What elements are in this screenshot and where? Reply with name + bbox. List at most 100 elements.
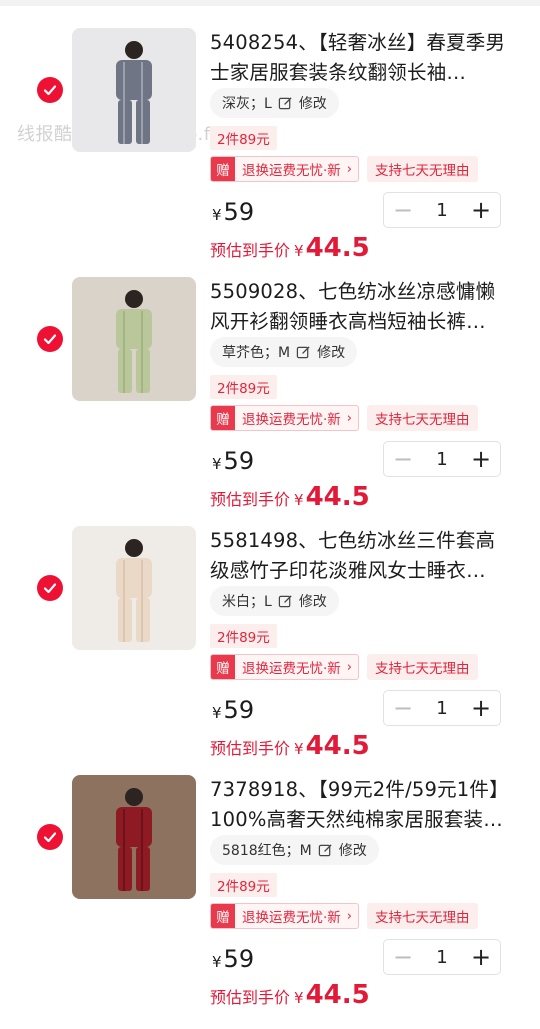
unit-price: ¥ 59 [212, 696, 254, 724]
decrease-button[interactable]: − [384, 442, 422, 476]
edit-icon [318, 843, 332, 856]
photo-head [125, 788, 143, 806]
sku-text: 深灰；L [222, 96, 272, 112]
gift-tag[interactable]: 赠 退换运费无忧·新 › [210, 903, 359, 929]
currency-symbol: ¥ [212, 455, 222, 473]
edit-icon [278, 594, 292, 607]
decrease-button[interactable]: − [384, 940, 422, 974]
estimated-label: 预估到手价 [210, 988, 291, 1007]
photo-head [125, 290, 143, 308]
increase-button[interactable]: + [462, 193, 500, 227]
chevron-right-icon: › [346, 908, 352, 924]
product-image[interactable] [72, 28, 196, 152]
quantity-stepper[interactable]: − 1 + [383, 192, 501, 228]
increase-button[interactable]: + [462, 940, 500, 974]
select-checkbox[interactable] [37, 326, 63, 352]
unit-price: ¥ 59 [212, 945, 254, 973]
edit-icon [296, 345, 310, 358]
quantity-stepper[interactable]: − 1 + [383, 441, 501, 477]
gift-text: 退换运费无忧·新 [242, 412, 341, 428]
photo-head [125, 41, 143, 59]
edit-label: 修改 [298, 96, 327, 112]
return-policy-tag: 支持七天无理由 [367, 405, 478, 431]
gift-text: 退换运费无忧·新 [242, 163, 341, 179]
gift-badge: 赠 [211, 655, 235, 679]
currency-symbol: ¥ [212, 704, 222, 722]
currency-symbol: ¥ [212, 206, 222, 224]
product-title[interactable]: 5581498、七色纺冰丝三件套高级感竹子印花淡雅风女士睡衣… [210, 526, 510, 586]
quantity-value[interactable]: 1 [422, 947, 462, 968]
decrease-button[interactable]: − [384, 193, 422, 227]
return-policy-tag: 支持七天无理由 [367, 654, 478, 680]
chevron-right-icon: › [346, 410, 352, 426]
sku-text: 5818红色；M [222, 843, 312, 859]
unit-price: ¥ 59 [212, 198, 254, 226]
sku-text: 米白；L [222, 594, 272, 610]
photo-top [116, 558, 152, 598]
sku-selector[interactable]: 米白；L 修改 [210, 586, 339, 616]
product-photo-icon [72, 526, 196, 650]
select-checkbox[interactable] [37, 824, 63, 850]
increase-button[interactable]: + [462, 442, 500, 476]
estimated-value: 44.5 [305, 980, 370, 1010]
product-image[interactable] [72, 775, 196, 899]
quantity-value[interactable]: 1 [422, 449, 462, 470]
service-tags: 赠 退换运费无忧·新 › 支持七天无理由 [210, 156, 478, 182]
product-title[interactable]: 7378918、【99元2件/59元1件】100%高奢天然纯棉家居服套装… [210, 775, 510, 835]
promo-badge: 2件89元 [210, 873, 277, 897]
unit-price: ¥ 59 [212, 447, 254, 475]
select-checkbox[interactable] [37, 575, 63, 601]
sku-text: 草芥色；M [222, 345, 291, 361]
price-value: 59 [223, 198, 255, 226]
estimated-currency: ¥ [294, 989, 304, 1007]
checkmark-icon [43, 85, 57, 96]
cart-item: 5509028、七色纺冰丝凉感慵懒风开衫翻领睡衣高档短袖长裤… 草芥色；M 修改… [0, 249, 540, 512]
decrease-button[interactable]: − [384, 691, 422, 725]
gift-text: 退换运费无忧·新 [242, 661, 341, 677]
quantity-value[interactable]: 1 [422, 698, 462, 719]
gift-tag[interactable]: 赠 退换运费无忧·新 › [210, 405, 359, 431]
estimated-price: 预估到手价 ¥ 44.5 [210, 980, 370, 1010]
product-image[interactable] [72, 277, 196, 401]
return-policy-tag: 支持七天无理由 [367, 903, 478, 929]
sku-selector[interactable]: 草芥色；M 修改 [210, 337, 358, 367]
gift-tag[interactable]: 赠 退换运费无忧·新 › [210, 156, 359, 182]
select-checkbox[interactable] [37, 77, 63, 103]
gift-badge: 赠 [211, 157, 235, 181]
chevron-right-icon: › [346, 659, 352, 675]
checkmark-icon [43, 583, 57, 594]
price-value: 59 [223, 696, 255, 724]
return-policy-tag: 支持七天无理由 [367, 156, 478, 182]
photo-top [116, 309, 152, 349]
gift-badge: 赠 [211, 406, 235, 430]
cart-item: 7378918、【99元2件/59元1件】100%高奢天然纯棉家居服套装… 58… [0, 747, 540, 1010]
edit-label: 修改 [338, 843, 367, 859]
product-title[interactable]: 5509028、七色纺冰丝凉感慵懒风开衫翻领睡衣高档短袖长裤… [210, 277, 510, 337]
service-tags: 赠 退换运费无忧·新 › 支持七天无理由 [210, 405, 478, 431]
service-tags: 赠 退换运费无忧·新 › 支持七天无理由 [210, 903, 478, 929]
price-value: 59 [223, 447, 255, 475]
photo-top [116, 60, 152, 100]
chevron-right-icon: › [346, 161, 352, 177]
cart-item: 5408254、【轻奢冰丝】春夏季男士家居服套装条纹翻领长袖… 深灰；L 修改 … [0, 0, 540, 263]
promo-badge: 2件89元 [210, 126, 277, 150]
product-photo-icon [72, 775, 196, 899]
gift-tag[interactable]: 赠 退换运费无忧·新 › [210, 654, 359, 680]
checkmark-icon [43, 334, 57, 345]
product-photo-icon [72, 28, 196, 152]
quantity-value[interactable]: 1 [422, 200, 462, 221]
edit-label: 修改 [298, 594, 327, 610]
sku-selector[interactable]: 5818红色；M 修改 [210, 835, 379, 865]
checkmark-icon [43, 832, 57, 843]
edit-label: 修改 [317, 345, 346, 361]
product-image[interactable] [72, 526, 196, 650]
product-photo-icon [72, 277, 196, 401]
sku-selector[interactable]: 深灰；L 修改 [210, 88, 339, 118]
product-title[interactable]: 5408254、【轻奢冰丝】春夏季男士家居服套装条纹翻领长袖… [210, 28, 510, 88]
increase-button[interactable]: + [462, 691, 500, 725]
quantity-stepper[interactable]: − 1 + [383, 939, 501, 975]
promo-badge: 2件89元 [210, 624, 277, 648]
quantity-stepper[interactable]: − 1 + [383, 690, 501, 726]
price-value: 59 [223, 945, 255, 973]
currency-symbol: ¥ [212, 953, 222, 971]
